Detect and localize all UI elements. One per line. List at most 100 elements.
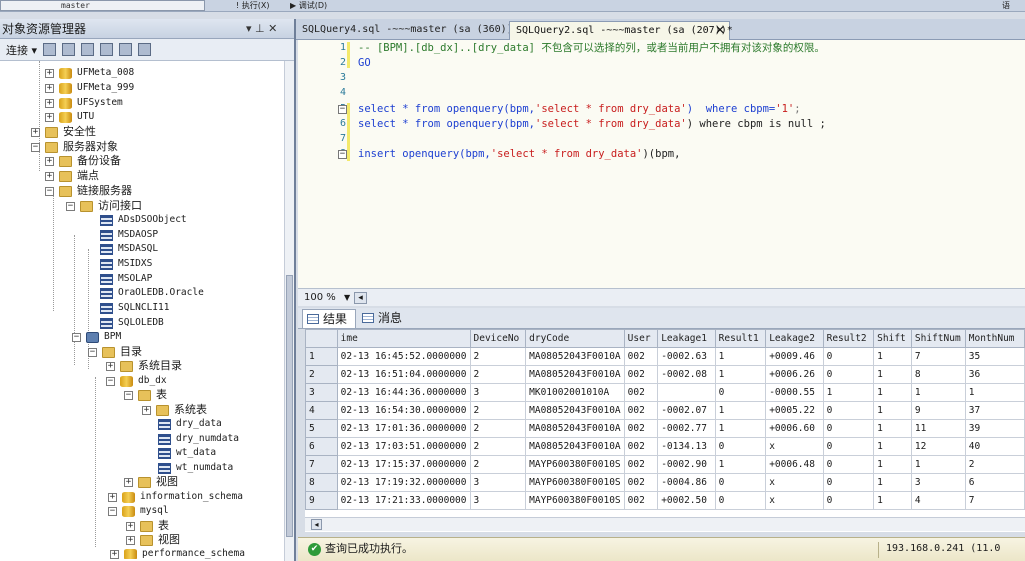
row-number[interactable]: 4 — [305, 401, 338, 420]
table-cell[interactable]: 1 — [873, 437, 912, 456]
column-header[interactable]: dryCode — [525, 329, 625, 348]
table-cell[interactable]: 0 — [822, 419, 875, 438]
table-cell[interactable]: 02-13 17:03:51.0000000 — [336, 437, 471, 456]
table-cell[interactable] — [657, 383, 716, 402]
table-cell[interactable]: 002 — [623, 491, 659, 510]
tree-node-mysql-views[interactable]: + 视图 — [126, 533, 180, 547]
table-cell[interactable]: 1 — [964, 383, 1025, 402]
table-cell[interactable]: 02-13 16:44:36.0000000 — [336, 383, 471, 402]
tree-node-msolap[interactable]: MSOLAP — [100, 272, 152, 286]
table-cell[interactable]: MA08052043F0010A — [525, 347, 625, 366]
row-number[interactable]: 8 — [305, 473, 338, 492]
zoom-level[interactable]: 100 % — [304, 289, 336, 306]
table-cell[interactable]: 002 — [623, 473, 659, 492]
filter-icon[interactable] — [100, 43, 114, 56]
table-cell[interactable]: +0006.48 — [765, 455, 824, 474]
table-cell[interactable]: 40 — [964, 437, 1025, 456]
table-cell[interactable]: 1 — [873, 491, 912, 510]
table-cell[interactable]: MAYP600380F0010S — [525, 473, 625, 492]
refresh-icon[interactable] — [119, 43, 133, 56]
row-number[interactable]: 9 — [305, 491, 338, 510]
table-cell[interactable]: 11 — [910, 419, 966, 438]
table-row[interactable]: 5 02-13 17:01:36.0000000 2 MA08052043F0010A… — [305, 419, 1025, 438]
tree-node-sqloledb[interactable]: SQLOLEDB — [100, 316, 164, 330]
table-cell[interactable]: 002 — [623, 419, 659, 438]
scroll-left-icon[interactable]: ◂ — [311, 519, 322, 530]
stop-icon[interactable] — [81, 43, 95, 56]
table-cell[interactable]: 1 — [910, 383, 966, 402]
table-cell[interactable]: 0 — [822, 473, 875, 492]
disconnect-icon[interactable] — [62, 43, 76, 56]
table-row[interactable]: 7 02-13 17:15:37.0000000 2 MAYP600380F0010S… — [305, 455, 1025, 474]
table-cell[interactable]: 7 — [910, 347, 966, 366]
scroll-left-icon[interactable]: ◂ — [354, 292, 367, 304]
tree-node-tables[interactable]: − 表 — [124, 388, 167, 402]
column-header[interactable]: Result1 — [714, 329, 767, 348]
row-number[interactable]: 7 — [305, 455, 338, 474]
table-cell[interactable]: 35 — [964, 347, 1025, 366]
column-header[interactable]: ShiftNum — [910, 329, 966, 348]
table-cell[interactable]: 02-13 16:51:04.0000000 — [336, 365, 471, 384]
database-selector[interactable]: master — [0, 0, 205, 11]
table-row[interactable]: 3 02-13 16:44:36.0000000 3 MK01002001010A 00… — [305, 383, 1025, 402]
collapse-toggle[interactable]: − — [338, 105, 347, 114]
row-number[interactable]: 3 — [305, 383, 338, 402]
table-cell[interactable]: -0002.07 — [657, 401, 716, 420]
column-header[interactable]: Leakage2 — [765, 329, 824, 348]
table-row[interactable]: 2 02-13 16:51:04.0000000 2 MA08052043F0010A… — [305, 365, 1025, 384]
tree-node-msidxs[interactable]: MSIDXS — [100, 257, 152, 271]
table-cell[interactable]: -0000.55 — [765, 383, 824, 402]
tree-node-wt-data[interactable]: wt_data — [158, 446, 216, 460]
table-cell[interactable]: 0 — [822, 437, 875, 456]
table-cell[interactable]: -0002.90 — [657, 455, 716, 474]
table-cell[interactable]: 39 — [964, 419, 1025, 438]
table-cell[interactable]: 0 — [714, 473, 767, 492]
table-cell[interactable]: x — [765, 473, 824, 492]
table-cell[interactable]: +0009.46 — [765, 347, 824, 366]
table-cell[interactable]: 1 — [873, 365, 912, 384]
tab-results[interactable]: 结果 — [302, 309, 356, 328]
table-cell[interactable]: 12 — [910, 437, 966, 456]
table-cell[interactable]: 0 — [714, 383, 767, 402]
table-cell[interactable]: 02-13 16:54:30.0000000 — [336, 401, 471, 420]
column-header[interactable]: Result2 — [822, 329, 875, 348]
table-cell[interactable]: -0134.13 — [657, 437, 716, 456]
table-cell[interactable]: 2 — [964, 455, 1025, 474]
table-cell[interactable]: MA08052043F0010A — [525, 365, 625, 384]
table-cell[interactable]: 3 — [469, 473, 527, 492]
column-header[interactable]: User — [623, 329, 659, 348]
table-row[interactable]: 9 02-13 17:21:33.0000000 3 MAYP600380F0010S… — [305, 491, 1025, 510]
table-cell[interactable]: 3 — [910, 473, 966, 492]
chevron-down-icon[interactable]: ▼ — [344, 289, 350, 306]
table-cell[interactable]: -0004.86 — [657, 473, 716, 492]
tab-messages[interactable]: 消息 — [358, 309, 408, 328]
table-cell[interactable]: MK01002001010A — [525, 383, 625, 402]
table-cell[interactable]: MAYP600380F0010S — [525, 491, 625, 510]
table-cell[interactable]: 0 — [714, 437, 767, 456]
table-cell[interactable]: 02-13 17:21:33.0000000 — [336, 491, 471, 510]
table-row[interactable]: 1 02-13 16:45:52.0000000 2 MA08052043F0010A… — [305, 347, 1025, 366]
tree-node-catalogs[interactable]: − 目录 — [88, 345, 142, 359]
row-number[interactable]: 6 — [305, 437, 338, 456]
table-row[interactable]: 4 02-13 16:54:30.0000000 2 MA08052043F0010A… — [305, 401, 1025, 420]
tree-node-providers[interactable]: − 访问接口 — [66, 199, 142, 213]
column-header[interactable]: MonthNum — [964, 329, 1025, 348]
column-header[interactable]: DeviceNo — [469, 329, 527, 348]
column-header[interactable]: ime — [336, 329, 471, 348]
tree-node-sqlncli11[interactable]: SQLNCLI11 — [100, 301, 169, 315]
table-cell[interactable]: 0 — [822, 347, 875, 366]
tree-node-db-dx[interactable]: − db_dx — [106, 374, 167, 388]
tab-sqlquery2[interactable]: SQLQuery2.sql -~~~master (sa (207))* ✕ — [509, 21, 733, 40]
tree-node-views[interactable]: + 视图 — [124, 475, 178, 489]
tree-node-ufsystem[interactable]: + UFSystem — [45, 96, 123, 110]
table-cell[interactable]: 002 — [623, 455, 659, 474]
table-cell[interactable]: 002 — [623, 347, 659, 366]
tree-node-endpoints[interactable]: + 端点 — [45, 169, 99, 183]
collapse-toggle[interactable]: − — [338, 150, 347, 159]
results-horizontal-scrollbar[interactable]: ◂ — [305, 517, 1025, 531]
table-cell[interactable]: 002 — [623, 365, 659, 384]
tree-node-server-objects[interactable]: − 服务器对象 — [31, 140, 118, 154]
table-cell[interactable]: 1 — [873, 473, 912, 492]
table-cell[interactable]: 3 — [469, 491, 527, 510]
table-cell[interactable]: +0005.22 — [765, 401, 824, 420]
